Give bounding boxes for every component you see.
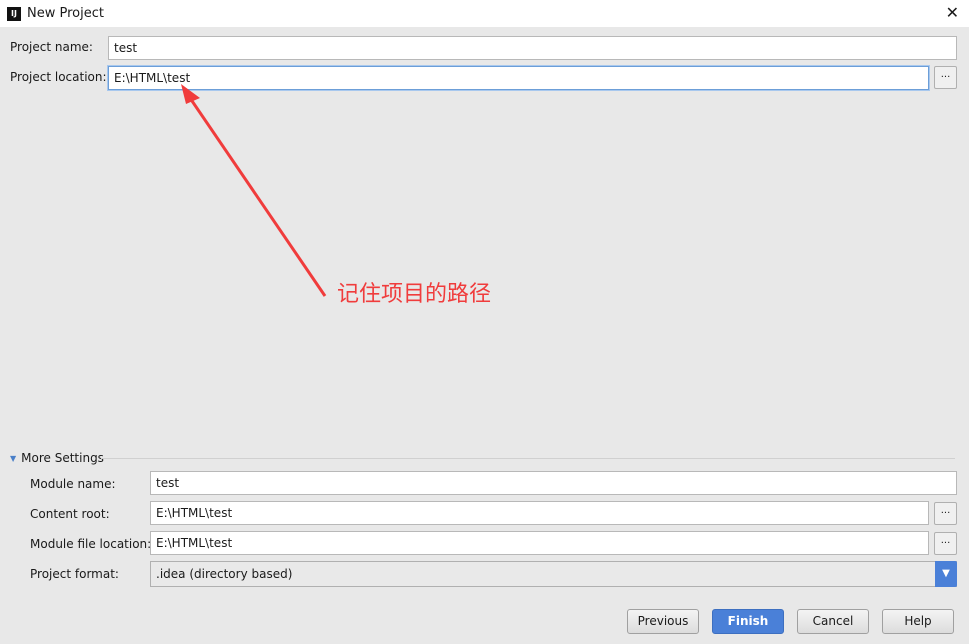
project-format-select[interactable]: .idea (directory based) ▼ — [150, 561, 957, 587]
cancel-button[interactable]: Cancel — [797, 609, 869, 634]
module-file-location-label: Module file location: — [30, 537, 152, 551]
project-format-value: .idea (directory based) — [156, 567, 293, 581]
help-button[interactable]: Help — [882, 609, 954, 634]
content-root-browse-button[interactable]: ... — [934, 502, 957, 525]
project-format-label: Project format: — [30, 567, 119, 581]
module-name-input[interactable]: test — [150, 471, 957, 495]
collapse-triangle-icon: ▼ — [10, 453, 17, 463]
divider — [101, 458, 955, 459]
module-name-label: Module name: — [30, 477, 116, 491]
finish-button[interactable]: Finish — [712, 609, 784, 634]
module-file-location-input[interactable]: E:\HTML\test — [150, 531, 929, 555]
more-settings-toggle[interactable]: ▼ More Settings — [10, 451, 104, 465]
chevron-down-icon[interactable]: ▼ — [935, 561, 957, 587]
module-file-location-browse-button[interactable]: ... — [934, 532, 957, 555]
previous-button[interactable]: Previous — [627, 609, 699, 634]
content-root-label: Content root: — [30, 507, 110, 521]
content-root-input[interactable]: E:\HTML\test — [150, 501, 929, 525]
more-settings-label: More Settings — [21, 451, 104, 465]
annotation-text: 记住项目的路径 — [337, 282, 492, 307]
